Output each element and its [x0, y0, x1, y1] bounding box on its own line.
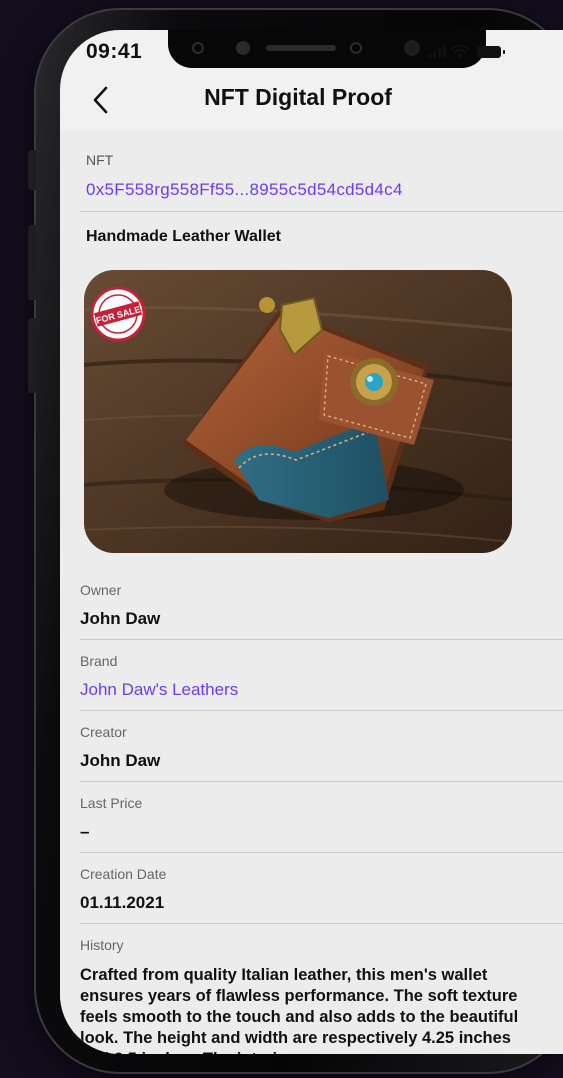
product-title: Handmade Leather Wallet	[86, 228, 282, 245]
phone-screen: 09:41 NFT Digital Proof NFT 0x5F558rg558…	[60, 30, 563, 1054]
silent-switch	[28, 150, 36, 190]
wallet-photo: FOR SALE	[84, 270, 512, 553]
divider	[80, 852, 563, 853]
nft-detail-content[interactable]: NFT 0x5F558rg558Ff55...8955c5d54cd5d4c4 …	[60, 130, 563, 1054]
product-image: FOR SALE	[84, 270, 512, 553]
owner-label: Owner	[80, 582, 122, 598]
for-sale-badge: FOR SALE	[90, 286, 146, 342]
owner-value: John Daw	[80, 609, 161, 628]
creation-date-label: Creation Date	[80, 866, 167, 882]
camera-icon	[236, 41, 250, 55]
face-id-icon	[404, 40, 420, 56]
battery-icon	[477, 46, 505, 58]
page-title: NFT Digital Proof	[204, 84, 392, 110]
sensor-icon	[350, 42, 362, 54]
status-bar: 09:41	[60, 30, 563, 80]
divider	[80, 211, 563, 212]
last-price-label: Last Price	[80, 795, 143, 811]
creator-value: John Daw	[80, 751, 161, 770]
creator-label: Creator	[80, 724, 127, 740]
creation-date-value: 01.11.2021	[80, 893, 165, 912]
brand-link[interactable]: John Daw's Leathers	[80, 680, 238, 700]
wifi-icon	[451, 44, 469, 58]
divider	[80, 639, 563, 640]
brand-label: Brand	[80, 653, 118, 669]
signal-icon	[428, 44, 446, 58]
last-price-value: –	[80, 822, 90, 841]
history-label: History	[80, 937, 124, 953]
nav-bar: NFT Digital Proof	[60, 80, 563, 134]
divider	[80, 710, 563, 711]
divider	[80, 923, 563, 924]
status-time: 09:41	[86, 40, 143, 63]
nft-label: NFT	[86, 152, 114, 168]
status-icons	[428, 44, 505, 58]
volume-up-button	[28, 225, 36, 300]
divider	[80, 781, 563, 782]
history-text: Crafted from quality Italian leather, th…	[80, 966, 519, 1054]
nft-address-link[interactable]: 0x5F558rg558Ff55...8955c5d54cd5d4c4	[86, 180, 403, 200]
sensor-icon	[192, 42, 204, 54]
speaker-icon	[266, 45, 336, 51]
volume-down-button	[28, 318, 36, 393]
